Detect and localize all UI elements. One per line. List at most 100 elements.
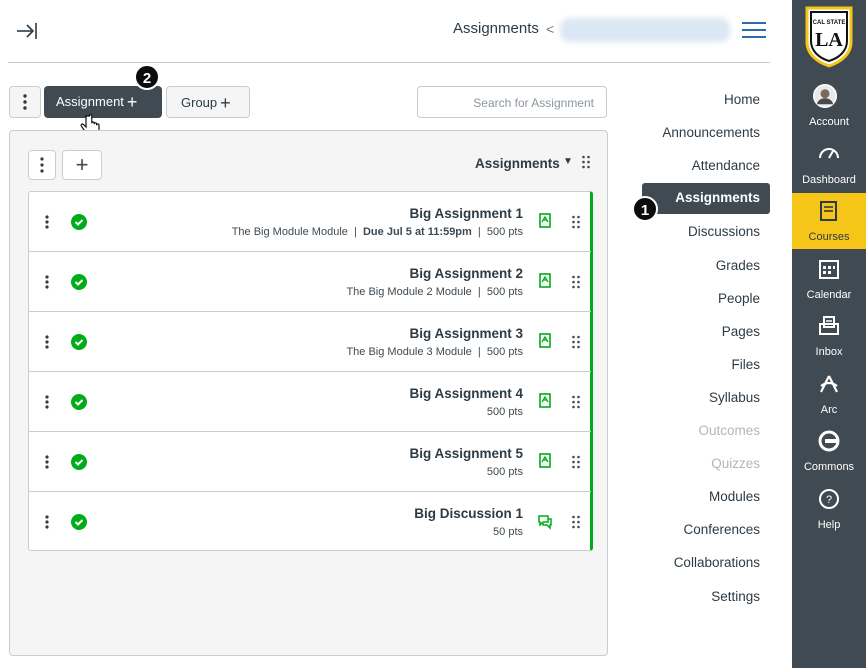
course-nav-collaborations[interactable]: Collaborations xyxy=(674,555,760,570)
global-nav-help[interactable]: ? Help xyxy=(792,481,866,537)
breadcrumb-current: Assignments xyxy=(453,20,539,37)
published-check-icon[interactable] xyxy=(71,334,87,350)
callout-badge-2: 2 xyxy=(134,64,160,90)
assignment-icon xyxy=(537,392,553,415)
group-button-label: Group xyxy=(181,95,218,110)
global-nav-inbox[interactable]: Inbox xyxy=(792,308,866,364)
global-nav-account[interactable]: Account xyxy=(792,78,866,134)
course-nav-settings[interactable]: Settings xyxy=(711,589,760,604)
module-name[interactable]: The Big Module Module xyxy=(232,226,348,238)
collapse-nav-icon[interactable] xyxy=(14,20,40,42)
points: 500 pts xyxy=(486,466,523,478)
points: 50 pts xyxy=(493,526,523,538)
course-nav-files[interactable]: Files xyxy=(731,357,760,372)
drag-handle-icon[interactable] xyxy=(571,274,581,295)
assignment-row[interactable]: Big Assignment 3 The Big Module 3 Module … xyxy=(29,312,591,372)
course-nav-conferences[interactable]: Conferences xyxy=(683,522,760,537)
published-check-icon[interactable] xyxy=(71,394,87,410)
row-kebab-icon[interactable] xyxy=(43,394,51,415)
group-kebab-button[interactable] xyxy=(28,150,56,180)
assignment-title[interactable]: Big Assignment 2 xyxy=(409,266,523,281)
global-nav-arc[interactable]: Arc xyxy=(792,366,866,422)
assignment-meta: 50 pts xyxy=(493,526,523,538)
assignment-title[interactable]: Big Assignment 5 xyxy=(409,446,523,461)
assignment-button-label: Assignment xyxy=(56,94,124,109)
published-check-icon[interactable] xyxy=(71,454,87,470)
assignment-row[interactable]: Big Assignment 2 The Big Module 2 Module … xyxy=(29,252,591,312)
assignment-row[interactable]: Big Discussion 1 50 pts xyxy=(29,492,591,552)
points: 500 pts xyxy=(486,406,523,418)
published-check-icon[interactable] xyxy=(71,274,87,290)
header-divider xyxy=(8,62,770,63)
course-nav-pages[interactable]: Pages xyxy=(722,324,760,339)
course-nav-quizzes[interactable]: Quizzes xyxy=(711,456,760,471)
course-nav-outcomes[interactable]: Outcomes xyxy=(698,423,760,438)
hamburger-menu-icon[interactable] xyxy=(742,22,766,40)
assignment-title[interactable]: Big Assignment 3 xyxy=(409,326,523,341)
row-kebab-icon[interactable] xyxy=(43,214,51,235)
global-nav-label: Account xyxy=(809,116,849,128)
drag-handle-icon[interactable] xyxy=(571,214,581,235)
global-nav-calendar[interactable]: Calendar xyxy=(792,251,866,307)
published-check-icon[interactable] xyxy=(71,514,87,530)
assignment-title[interactable]: Big Discussion 1 xyxy=(414,506,523,521)
global-nav-label: Courses xyxy=(808,231,850,243)
group-add-assignment-button[interactable]: + xyxy=(62,150,102,180)
course-nav-attendance[interactable]: Attendance xyxy=(692,158,760,173)
callout-badge-1: 1 xyxy=(632,196,658,222)
global-nav-commons[interactable]: Commons xyxy=(792,423,866,479)
row-kebab-icon[interactable] xyxy=(43,334,51,355)
global-nav-label: Inbox xyxy=(815,346,843,358)
global-nav-label: Commons xyxy=(803,461,855,473)
global-nav-dashboard[interactable]: Dashboard xyxy=(792,136,866,192)
assignment-title[interactable]: Big Assignment 4 xyxy=(409,386,523,401)
points: 500 pts xyxy=(486,226,523,238)
course-nav-modules[interactable]: Modules xyxy=(709,489,760,504)
module-name[interactable]: The Big Module 3 Module xyxy=(346,346,471,358)
course-nav-assignments[interactable]: Assignments xyxy=(642,183,770,215)
course-nav-grades[interactable]: Grades xyxy=(716,258,760,273)
plus-icon: + xyxy=(220,93,231,113)
assignment-row[interactable]: Big Assignment 1 The Big Module Module | … xyxy=(29,192,591,252)
assignment-icon xyxy=(537,332,553,355)
course-nav-home[interactable]: Home xyxy=(724,92,760,107)
add-assignment-button[interactable]: Assignment + xyxy=(44,86,162,118)
global-nav-label: Dashboard xyxy=(802,173,856,186)
settings-kebab-button[interactable] xyxy=(9,86,41,118)
breadcrumb-course-link-blurred[interactable] xyxy=(560,18,730,42)
drag-handle-icon[interactable] xyxy=(571,394,581,415)
row-kebab-icon[interactable] xyxy=(43,454,51,475)
assignment-row[interactable]: Big Assignment 4 500 pts xyxy=(29,372,591,432)
points: 500 pts xyxy=(486,286,523,298)
points: 500 pts xyxy=(486,346,523,358)
course-nav-people[interactable]: People xyxy=(718,291,760,306)
assignment-meta: The Big Module 2 Module | 500 pts xyxy=(346,286,523,298)
module-name[interactable]: The Big Module 2 Module xyxy=(346,286,471,298)
published-check-icon[interactable] xyxy=(71,214,87,230)
cal-state-la-logo[interactable]: CAL STATE LA xyxy=(803,4,855,68)
caret-down-icon[interactable]: ▼ xyxy=(563,156,573,167)
row-kebab-icon[interactable] xyxy=(43,274,51,295)
global-nav-label: Arc xyxy=(820,403,838,416)
drag-handle-icon[interactable] xyxy=(571,454,581,475)
drag-handle-icon[interactable] xyxy=(581,155,591,174)
group-title[interactable]: Assignments xyxy=(475,156,560,171)
assignment-group-panel: + Assignments ▼ Big Assignment 1 The Big … xyxy=(9,130,608,656)
assignment-meta: The Big Module Module | Due Jul 5 at 11:… xyxy=(231,226,523,238)
course-nav-discussions[interactable]: Discussions xyxy=(688,224,760,239)
course-nav-syllabus[interactable]: Syllabus xyxy=(709,390,760,405)
drag-handle-icon[interactable] xyxy=(571,334,581,355)
global-nav-label: Help xyxy=(817,518,841,531)
row-kebab-icon[interactable] xyxy=(43,514,51,535)
drag-handle-icon[interactable] xyxy=(571,514,581,535)
course-nav-announcements[interactable]: Announcements xyxy=(662,125,760,140)
assignment-title[interactable]: Big Assignment 1 xyxy=(409,206,523,221)
assignment-meta: 500 pts xyxy=(487,406,523,418)
global-nav-courses[interactable]: Courses xyxy=(792,193,866,249)
assignment-icon xyxy=(537,272,553,295)
assignment-row[interactable]: Big Assignment 5 500 pts xyxy=(29,432,591,492)
search-input[interactable]: Search for Assignment xyxy=(417,86,607,118)
due-date: Due Jul 5 at 11:59pm xyxy=(362,226,472,238)
svg-text:?: ? xyxy=(826,494,832,506)
add-group-button[interactable]: Group + xyxy=(166,86,250,118)
